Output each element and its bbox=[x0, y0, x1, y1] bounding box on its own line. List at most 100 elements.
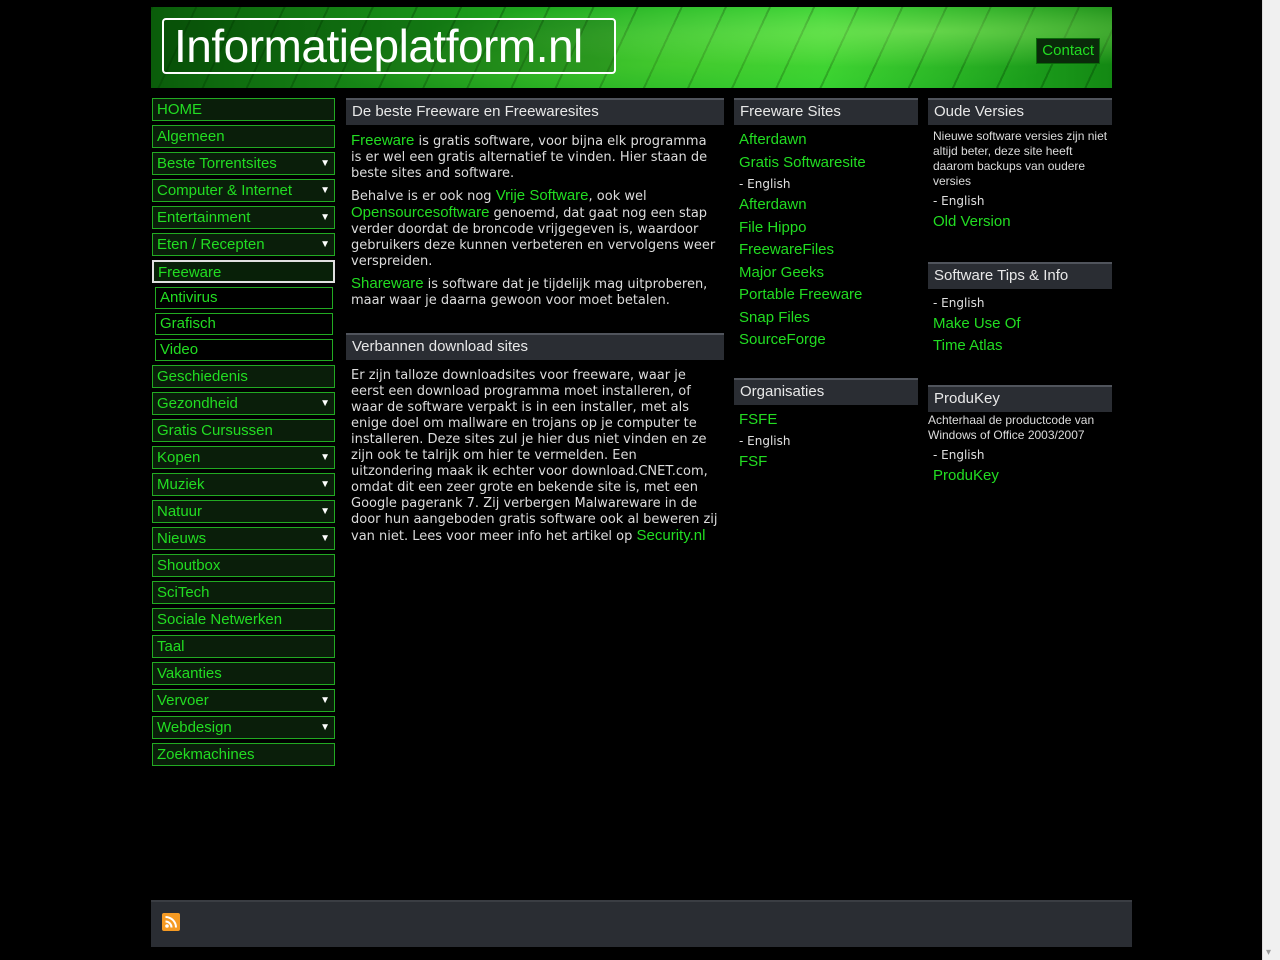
make-use-of-link[interactable]: Make Use Of bbox=[933, 315, 1021, 332]
nav-item-algemeen[interactable]: Algemeen bbox=[152, 125, 335, 148]
opensourcesoftware-link[interactable]: Opensourcesoftware bbox=[351, 204, 489, 221]
freeware-section-title: De beste Freeware en Freewaresites bbox=[346, 98, 724, 125]
page-scrollbar[interactable]: ▾ bbox=[1262, 0, 1280, 960]
freeware-paragraph-3: Shareware is software dat je tijdelijk m… bbox=[351, 275, 708, 309]
nav-item-webdesign[interactable]: Webdesign ▼ bbox=[152, 716, 335, 739]
nav-item-entertainment[interactable]: Entertainment ▼ bbox=[152, 206, 335, 229]
list-item: Major Geeks bbox=[739, 262, 913, 285]
produkey-link[interactable]: ProduKey bbox=[933, 467, 999, 484]
nav-item-geschiedenis[interactable]: Geschiedenis bbox=[152, 365, 335, 388]
nav-item-vakanties[interactable]: Vakanties bbox=[152, 662, 335, 685]
contact-button[interactable]: Contact bbox=[1036, 38, 1100, 64]
nav-item-label: Beste Torrentsites bbox=[157, 155, 277, 172]
nav-item-nieuws[interactable]: Nieuws ▼ bbox=[152, 527, 335, 550]
list-item: Snap Files bbox=[739, 307, 913, 330]
nav-subitem-video[interactable]: Video bbox=[155, 339, 333, 361]
nav-item-muziek[interactable]: Muziek ▼ bbox=[152, 473, 335, 496]
nav-item-freeware[interactable]: Freeware bbox=[152, 260, 335, 283]
tips-list: - English Make Use Of Time Atlas bbox=[928, 293, 1112, 358]
old-version-link[interactable]: Old Version bbox=[933, 213, 1011, 230]
nav-item-label: HOME bbox=[157, 101, 202, 118]
list-item: FSF bbox=[739, 451, 913, 474]
nav-item-eten-recepten[interactable]: Eten / Recepten ▼ bbox=[152, 233, 335, 256]
nav-item-gezondheid[interactable]: Gezondheid ▼ bbox=[152, 392, 335, 415]
chevron-down-icon: ▼ bbox=[320, 398, 330, 409]
tips-title: Software Tips & Info bbox=[928, 261, 1112, 289]
chevron-down-icon: ▼ bbox=[320, 722, 330, 733]
nav-item-vervoer[interactable]: Vervoer ▼ bbox=[152, 689, 335, 712]
nav-item-sociale-netwerken[interactable]: Sociale Netwerken bbox=[152, 608, 335, 631]
nav-item-taal[interactable]: Taal bbox=[152, 635, 335, 658]
chevron-down-icon: ▼ bbox=[320, 695, 330, 706]
major-geeks-link[interactable]: Major Geeks bbox=[739, 264, 824, 281]
file-hippo-link[interactable]: File Hippo bbox=[739, 219, 807, 236]
nav-item-kopen[interactable]: Kopen ▼ bbox=[152, 446, 335, 469]
security-nl-link[interactable]: Security.nl bbox=[637, 527, 706, 544]
nav-item-home[interactable]: HOME bbox=[152, 98, 335, 121]
list-item: ProduKey bbox=[933, 465, 1107, 488]
freeware-sites-column: Freeware Sites Afterdawn Gratis Software… bbox=[734, 98, 918, 474]
nav-item-computer-internet[interactable]: Computer & Internet ▼ bbox=[152, 179, 335, 202]
list-item: FSFE bbox=[739, 409, 913, 432]
gratis-softwaresite-link[interactable]: Gratis Softwaresite bbox=[739, 154, 866, 171]
nav-item-shoutbox[interactable]: Shoutbox bbox=[152, 554, 335, 577]
freeware-link[interactable]: Freeware bbox=[351, 132, 414, 149]
sidebar-nav: HOME Algemeen Beste Torrentsites ▼ Comput… bbox=[152, 98, 335, 770]
freeware-paragraph-2: Behalve is er ook nog Vrije Software, oo… bbox=[351, 187, 716, 270]
nav-item-label: Muziek bbox=[157, 476, 205, 493]
vrije-software-link[interactable]: Vrije Software bbox=[496, 187, 589, 204]
time-atlas-link[interactable]: Time Atlas bbox=[933, 337, 1002, 354]
chevron-down-icon: ▼ bbox=[320, 212, 330, 223]
oude-versies-text: Nieuwe software versies zijn niet altijd… bbox=[933, 129, 1108, 188]
nav-item-label: Eten / Recepten bbox=[157, 236, 265, 253]
afterdawn-nl-link[interactable]: Afterdawn bbox=[739, 131, 807, 148]
nav-item-label: Webdesign bbox=[157, 719, 232, 736]
chevron-down-icon: ▼ bbox=[320, 452, 330, 463]
site-logo[interactable]: Informatieplatform.nl bbox=[162, 18, 616, 74]
produkey-title: ProduKey bbox=[928, 384, 1112, 412]
fsf-link[interactable]: FSF bbox=[739, 453, 767, 470]
freewarefiles-link[interactable]: FreewareFiles bbox=[739, 241, 834, 258]
nav-item-beste-torrentsites[interactable]: Beste Torrentsites ▼ bbox=[152, 152, 335, 175]
chevron-down-icon: ▼ bbox=[320, 158, 330, 169]
nav-subitem-grafisch[interactable]: Grafisch bbox=[155, 313, 333, 335]
list-item: FreewareFiles bbox=[739, 239, 913, 262]
nav-item-label: Entertainment bbox=[157, 209, 251, 226]
nav-item-label: Zoekmachines bbox=[157, 746, 255, 763]
nav-subitem-antivirus[interactable]: Antivirus bbox=[155, 287, 333, 309]
afterdawn-link[interactable]: Afterdawn bbox=[739, 196, 807, 213]
oude-versies-title: Oude Versies bbox=[928, 98, 1112, 125]
list-item: SourceForge bbox=[739, 329, 913, 352]
produkey-list: - English ProduKey bbox=[928, 445, 1112, 488]
nav-item-scitech[interactable]: SciTech bbox=[152, 581, 335, 604]
shareware-link[interactable]: Shareware bbox=[351, 275, 424, 292]
nav-item-label: Taal bbox=[157, 638, 185, 655]
snap-files-link[interactable]: Snap Files bbox=[739, 309, 810, 326]
sourceforge-link[interactable]: SourceForge bbox=[739, 331, 826, 348]
language-label: - English bbox=[933, 295, 985, 310]
language-label: - English bbox=[739, 177, 791, 191]
nav-item-label: SciTech bbox=[157, 584, 210, 601]
main-content: De beste Freeware en Freewaresites Freew… bbox=[346, 98, 724, 545]
list-item: Portable Freeware bbox=[739, 284, 913, 307]
site-header: Informatieplatform.nl Contact bbox=[151, 7, 1112, 88]
list-item: Time Atlas bbox=[933, 335, 1107, 358]
chevron-down-icon: ▼ bbox=[320, 185, 330, 196]
nav-item-zoekmachines[interactable]: Zoekmachines bbox=[152, 743, 335, 766]
scroll-down-arrow-icon[interactable]: ▾ bbox=[1266, 947, 1271, 958]
list-item: Make Use Of bbox=[933, 313, 1107, 336]
rss-feed-icon[interactable] bbox=[162, 913, 180, 931]
produkey-text: Achterhaal de productcode van Windows of… bbox=[928, 412, 1095, 442]
nav-item-label: Vakanties bbox=[157, 665, 222, 682]
nav-item-natuur[interactable]: Natuur ▼ bbox=[152, 500, 335, 523]
nav-item-label: Kopen bbox=[157, 449, 201, 466]
list-item: Old Version bbox=[933, 211, 1107, 234]
freeware-sites-list: Afterdawn Gratis Softwaresite - English … bbox=[734, 129, 918, 352]
portable-freeware-link[interactable]: Portable Freeware bbox=[739, 286, 862, 303]
chevron-down-icon: ▼ bbox=[320, 479, 330, 490]
site-footer bbox=[151, 900, 1132, 947]
organisaties-list: FSFE - English FSF bbox=[734, 409, 918, 474]
nav-item-label: Sociale Netwerken bbox=[157, 611, 283, 628]
fsfe-link[interactable]: FSFE bbox=[739, 411, 777, 428]
nav-item-gratis-cursussen[interactable]: Gratis Cursussen bbox=[152, 419, 335, 442]
